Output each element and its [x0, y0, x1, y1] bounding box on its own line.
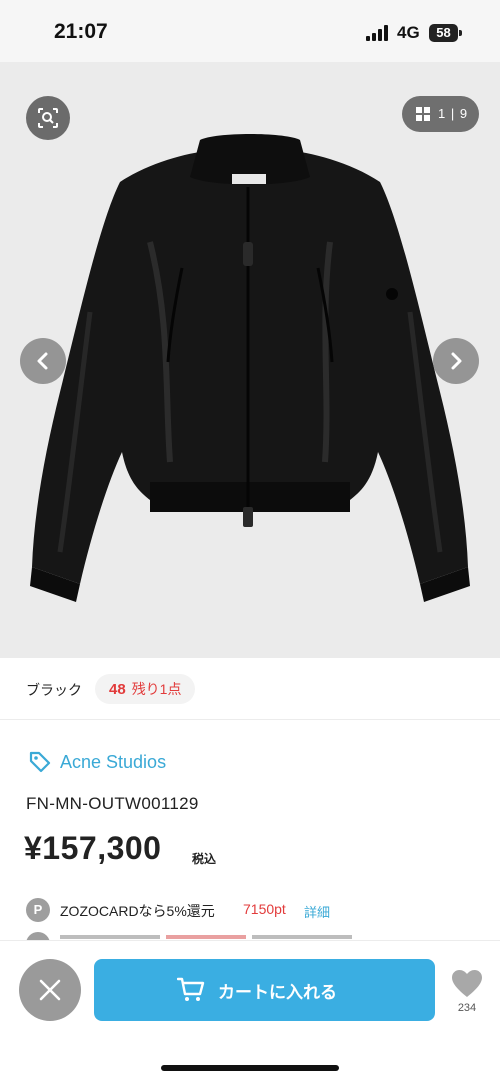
product-image-gallery[interactable]: 1 | 9 — [0, 62, 500, 658]
add-to-cart-button[interactable]: カートに入れる — [94, 959, 435, 1021]
color-label: ブラック — [26, 682, 82, 698]
shipping-info-row — [26, 930, 486, 940]
shipping-date-fragment — [166, 935, 246, 939]
points-icon: P — [26, 898, 50, 922]
product-detail-page: 21:07 4G 58 1 | 9 ブラック 48 残り1点 Acne Stud… — [0, 0, 500, 1080]
size-label: 48 — [109, 681, 126, 698]
chevron-left-icon — [37, 352, 48, 370]
bottom-action-bar: カートに入れる 234 — [0, 940, 500, 1080]
previous-image-button[interactable] — [20, 338, 66, 384]
close-icon — [39, 979, 61, 1001]
close-button[interactable] — [19, 959, 81, 1021]
favorite-count: 234 — [457, 1002, 477, 1014]
status-time: 21:07 — [54, 20, 108, 43]
network-label: 4G — [397, 23, 420, 42]
tax-label: 税込 — [192, 852, 217, 866]
points-text: ZOZOCARDなら5%還元 — [60, 903, 215, 919]
stock-label: 残り1点 — [131, 681, 182, 697]
cart-icon — [177, 977, 205, 1001]
image-counter-text: 1 | 9 — [438, 106, 469, 121]
chevron-right-icon — [451, 352, 462, 370]
tag-icon — [29, 751, 51, 773]
status-bar: 21:07 4G 58 — [0, 0, 500, 62]
image-counter[interactable]: 1 | 9 — [402, 96, 479, 132]
product-code: FN-MN-OUTW001129 — [26, 794, 199, 813]
add-to-cart-label: カートに入れる — [218, 983, 337, 1002]
next-image-button[interactable] — [433, 338, 479, 384]
battery-level: 58 — [436, 25, 451, 40]
signal-icon — [366, 25, 388, 41]
home-indicator — [161, 1065, 339, 1071]
size-stock-badge[interactable]: 48 残り1点 — [95, 674, 196, 704]
shipping-text-fragment — [60, 935, 160, 939]
battery-icon: 58 — [429, 24, 462, 42]
points-value: 7150pt — [243, 901, 286, 917]
brand-name: Acne Studios — [60, 752, 167, 772]
shipping-text-fragment-2 — [252, 935, 352, 939]
image-search-icon — [38, 108, 58, 128]
shipping-icon — [26, 932, 50, 940]
points-detail-link[interactable]: 詳細 — [304, 902, 330, 921]
heart-icon — [452, 970, 482, 997]
price: ¥157,300 — [24, 830, 162, 866]
favorite-button[interactable]: 234 — [448, 969, 486, 1019]
variant-row: ブラック 48 残り1点 — [0, 658, 500, 720]
image-search-button[interactable] — [26, 96, 70, 140]
grid-icon — [416, 107, 430, 121]
product-image[interactable] — [0, 62, 500, 658]
